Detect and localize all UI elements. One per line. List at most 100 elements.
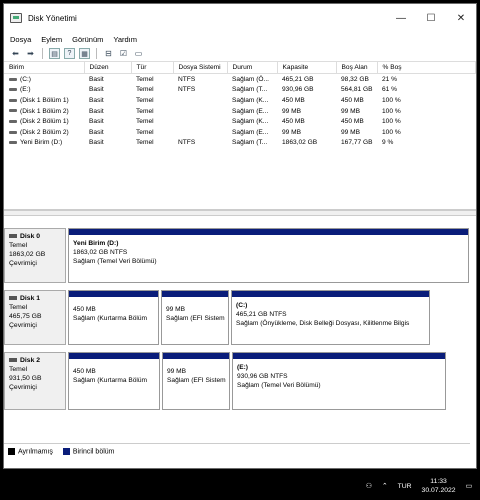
table-cell: Temel [131, 74, 173, 85]
table-row[interactable]: (Disk 1 Bölüm 2) Basit Temel Sağlam (E... 99… [4, 105, 476, 116]
partition-block[interactable]: 99 MB Sağlam (EFI Sistem [161, 290, 229, 345]
table-cell: 99 MB [277, 126, 336, 137]
table-row[interactable]: Yeni Birim (D:) Basit Temel NTFS Sağlam (T..… [4, 137, 476, 148]
settings-pane-icon[interactable]: ▭ [133, 48, 144, 59]
legend-label: Birincil bölüm [72, 448, 115, 456]
forward-arrow-icon[interactable]: ➡ [25, 48, 36, 59]
column-header-percent-free[interactable]: % Boş [377, 62, 476, 74]
chevron-up-icon[interactable]: ⌃ [382, 482, 388, 490]
table-cell: Temel [131, 105, 173, 116]
table-cell [173, 126, 227, 137]
toolbar: ⬅ ➡ ▤ ? ▦ ⊟ ☑ ▭ [4, 46, 476, 62]
disk-label[interactable]: Disk 2 Temel 931,50 GB Çevrimiçi [4, 352, 66, 410]
column-header-free-space[interactable]: Boş Alan [336, 62, 378, 74]
cell-text: 99 MB [341, 107, 361, 115]
legend-item-unallocated: Ayrılmamış [8, 447, 53, 455]
notification-icon[interactable]: ▭ [466, 482, 472, 490]
table-row[interactable]: (Disk 2 Bölüm 2) Basit Temel Sağlam (E... 99… [4, 126, 476, 137]
table-cell: NTFS [173, 74, 227, 85]
table-row[interactable]: (C:) Basit Temel NTFS Sağlam (Ö... 465,21 GB 9… [4, 74, 476, 85]
partition-block[interactable]: 450 MB Sağlam (Kurtarma Bölüm [68, 290, 159, 345]
disk-row-2: Disk 2 Temel 931,50 GB Çevrimiçi 450 MB … [4, 352, 446, 410]
table-cell: Temel [131, 126, 173, 137]
cell-text: Sağlam (K... [232, 96, 269, 104]
cell-text: Yeni Birim (D:) [20, 139, 63, 147]
disk-icon [9, 358, 17, 363]
menu-action[interactable]: Eylem [41, 35, 62, 44]
pane-splitter[interactable] [4, 210, 476, 216]
help-icon[interactable]: ? [64, 48, 75, 59]
cell-text: 1863,02 GB [282, 139, 318, 147]
table-cell [173, 95, 227, 106]
menu-file[interactable]: Dosya [10, 35, 31, 44]
title-bar: Disk Yönetimi — ☐ ✕ [4, 4, 476, 32]
language-indicator[interactable]: TUR [398, 483, 412, 490]
table-cell: 167,77 GB [336, 137, 377, 148]
table-row[interactable]: (E:) Basit Temel NTFS Sağlam (T... 930,96 GB 5… [4, 84, 476, 95]
cell-text: Basit [89, 128, 104, 136]
disk-row-1: Disk 1 Temel 465,75 GB Çevrimiçi 450 MB … [4, 290, 430, 345]
clock-date: 30.07.2022 [421, 487, 456, 494]
disk-label[interactable]: Disk 0 Temel 1863,02 GB Çevrimiçi [4, 228, 66, 283]
column-header-status[interactable]: Durum [227, 62, 278, 74]
partition-status: Sağlam (Temel Veri Bölümü) [73, 258, 157, 265]
table-cell: Temel [131, 116, 173, 127]
partition-block[interactable]: 450 MB Sağlam (Kurtarma Bölüm [68, 352, 160, 410]
connect-drive-icon[interactable]: ⊟ [103, 48, 114, 59]
table-cell: 100 % [377, 126, 476, 137]
table-cell: Temel [131, 95, 173, 106]
checklist-icon[interactable]: ☑ [118, 48, 129, 59]
table-cell [173, 105, 227, 116]
table-row[interactable]: (Disk 2 Bölüm 1) Basit Temel Sağlam (K... 45… [4, 116, 476, 127]
cell-text: 450 MB [282, 96, 305, 104]
minimize-button[interactable]: — [386, 4, 416, 32]
menu-view[interactable]: Görünüm [72, 35, 103, 44]
column-header-filesystem[interactable]: Dosya Sistemi [173, 62, 228, 74]
volume-icon [9, 88, 17, 92]
disk-name: Disk 2 [20, 357, 41, 364]
table-cell: 450 MB [277, 116, 336, 127]
cell-text: Temel [136, 107, 154, 115]
table-cell: Sağlam (T... [227, 137, 277, 148]
table-cell: 99 MB [277, 105, 336, 116]
partition-size: 930,96 GB NTFS [237, 373, 288, 380]
clock[interactable]: 11:33 30.07.2022 [422, 477, 456, 495]
partition-block[interactable]: (E:) 930,96 GB NTFS Sağlam (Temel Veri B… [232, 352, 446, 410]
partition-block[interactable]: Yeni Birim (D:) 1863,02 GB NTFS Sağlam (… [68, 228, 469, 283]
column-header-type[interactable]: Tür [131, 62, 174, 74]
volume-name-cell: Yeni Birim (D:) [4, 137, 84, 148]
column-header-capacity[interactable]: Kapasite [277, 62, 337, 74]
maximize-button[interactable]: ☐ [416, 4, 446, 32]
table-cell: Sağlam (K... [227, 95, 277, 106]
close-button[interactable]: ✕ [446, 4, 476, 32]
table-cell: Sağlam (Ö... [227, 74, 277, 85]
disk-status: Çevrimiçi [9, 384, 37, 391]
table-cell: 99 MB [336, 126, 377, 137]
table-cell: 61 % [377, 84, 476, 95]
menu-help[interactable]: Yardım [113, 35, 137, 44]
table-cell: Basit [84, 84, 131, 95]
cell-text: Temel [136, 76, 154, 84]
column-header-volume[interactable]: Birim [4, 62, 85, 74]
partition-name: (C:) [236, 302, 248, 309]
volume-table: Birim Düzen Tür Dosya Sistemi Durum Kapa… [4, 62, 476, 148]
disk-list-icon[interactable]: ▤ [49, 48, 60, 59]
disk-graphical-view: Disk 0 Temel 1863,02 GB Çevrimiçi Yeni B… [4, 222, 470, 437]
people-icon[interactable]: ⚇ [366, 482, 372, 490]
table-row[interactable]: (Disk 1 Bölüm 1) Basit Temel Sağlam (K... 45… [4, 95, 476, 106]
partition-status: Sağlam (EFI Sistem [166, 315, 225, 322]
disk-label[interactable]: Disk 1 Temel 465,75 GB Çevrimiçi [4, 290, 66, 345]
cell-text: NTFS [178, 76, 196, 84]
back-arrow-icon[interactable]: ⬅ [10, 48, 21, 59]
column-header-layout[interactable]: Düzen [84, 62, 132, 74]
table-cell: Temel [131, 84, 173, 95]
partition-block[interactable]: 99 MB Sağlam (EFI Sistem [162, 352, 230, 410]
table-cell: 21 % [377, 74, 476, 85]
cell-text: NTFS [178, 86, 196, 94]
cell-text: 167,77 GB [341, 139, 373, 147]
legend-item-primary: Birincil bölüm [62, 447, 115, 456]
cell-text: (Disk 1 Bölüm 2) [20, 107, 69, 115]
properties-icon[interactable]: ▦ [79, 48, 90, 59]
partition-block[interactable]: (C:) 465,21 GB NTFS Sağlam (Önyükleme, D… [231, 290, 430, 345]
disk-icon [9, 234, 17, 239]
